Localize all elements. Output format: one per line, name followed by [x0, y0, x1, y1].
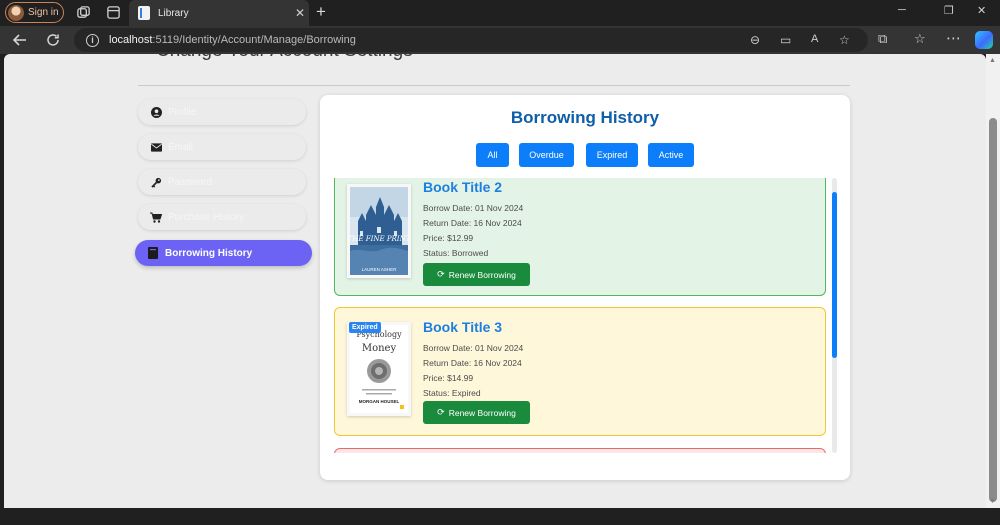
workspaces-icon[interactable]: [76, 5, 91, 20]
close-window-icon[interactable]: ✕: [977, 4, 986, 17]
more-menu-icon[interactable]: ⋯: [946, 29, 961, 47]
sidebar-item-password[interactable]: Password: [138, 169, 306, 195]
user-circle-icon: [150, 106, 162, 118]
favorites-icon[interactable]: ☆: [914, 31, 926, 47]
list-item: [334, 448, 826, 453]
sidebar-item-purchase-history[interactable]: Purchase History: [138, 204, 306, 230]
refresh-icon: ⟳: [437, 269, 445, 279]
list-scrollbar[interactable]: [832, 178, 837, 453]
avatar: [8, 4, 24, 21]
read-aloud-icon[interactable]: A: [811, 33, 818, 45]
borrow-date: Borrow Date: 01 Nov 2024: [423, 343, 524, 353]
sidebar-item-label: Borrowing History: [165, 247, 253, 259]
reader-mode-icon[interactable]: ▭: [780, 33, 791, 47]
sidebar-item-borrowing-history[interactable]: Borrowing History: [135, 240, 312, 266]
cover-author-text: LAUREN ASHER: [362, 267, 398, 272]
refresh-icon[interactable]: [46, 33, 60, 47]
card-title: Borrowing History: [510, 108, 660, 127]
back-arrow-icon[interactable]: [12, 33, 27, 47]
library-favicon-icon: [138, 6, 150, 20]
return-date: Return Date: 16 Nov 2024: [423, 358, 522, 368]
filter-overdue-button[interactable]: Overdue: [519, 143, 574, 167]
divider: [138, 85, 850, 86]
scroll-down-icon[interactable]: ▼: [989, 498, 996, 505]
address-toolbar: i localhost:5119/Identity/Account/Manage…: [0, 26, 1000, 54]
url-path: :5119/Identity/Account/Manage/Borrowing: [152, 34, 356, 46]
list-scrollbar-thumb[interactable]: [832, 192, 837, 358]
list-item: Expired Psychology Money MORGAN HOUSEL B…: [334, 307, 826, 436]
close-tab-icon[interactable]: ✕: [291, 6, 309, 20]
sidebar-item-label: Purchase History: [168, 211, 245, 223]
price: Price: $12.99: [423, 233, 474, 243]
page-scrollbar[interactable]: ▲ ▼: [986, 54, 1000, 508]
site-info-icon[interactable]: i: [86, 33, 99, 47]
filter-active-button[interactable]: Active: [648, 143, 694, 167]
page-heading: Change Your Account Settings: [156, 54, 413, 62]
status: Status: Expired: [423, 388, 481, 398]
book-cover-image: THE FINE PRINT LAUREN ASHER: [347, 184, 412, 278]
new-tab-icon[interactable]: +: [316, 2, 326, 22]
book-cover-image: Psychology Money MORGAN HOUSEL: [347, 322, 411, 416]
browser-tab-bar: Sign in Library ✕ + ─ ❐ ✕: [0, 0, 1000, 26]
favorite-star-icon[interactable]: ☆: [839, 33, 850, 47]
sidebar-item-label: Email: [168, 141, 194, 153]
zoom-out-icon[interactable]: ⊖: [750, 33, 760, 47]
browser-tab-library[interactable]: Library ✕: [129, 0, 309, 26]
window-bottom-edge: [0, 508, 1000, 525]
expired-badge: Expired: [349, 322, 381, 333]
book-title[interactable]: Book Title 2: [423, 179, 502, 195]
restore-icon[interactable]: ❐: [944, 4, 954, 17]
return-date: Return Date: 16 Nov 2024: [423, 218, 522, 228]
filter-all-button[interactable]: All: [476, 143, 509, 167]
price: Price: $14.99: [423, 373, 474, 383]
renew-borrowing-button[interactable]: ⟳ Renew Borrowing: [423, 401, 530, 424]
envelope-icon: [150, 141, 162, 153]
page-scrollbar-thumb[interactable]: [989, 118, 997, 502]
scroll-up-icon[interactable]: ▲: [989, 57, 996, 64]
page-viewport: Change Your Account Settings Profile Ema…: [4, 54, 986, 508]
minimize-icon[interactable]: ─: [898, 4, 906, 16]
sign-in-label: Sign in: [28, 7, 59, 18]
tab-actions-icon[interactable]: [106, 5, 121, 20]
sidebar-item-label: Profile: [168, 106, 197, 118]
borrow-date: Borrow Date: 01 Nov 2024: [423, 203, 524, 213]
sidebar-item-label: Password: [168, 176, 212, 188]
cover-title-text-2: Money: [362, 343, 397, 354]
book-icon: [147, 247, 159, 259]
copilot-icon[interactable]: [975, 31, 993, 49]
book-title[interactable]: Book Title 3: [423, 319, 502, 335]
filter-expired-button[interactable]: Expired: [586, 143, 638, 167]
sidebar-item-profile[interactable]: Profile: [138, 99, 306, 125]
renew-label: Renew Borrowing: [448, 407, 516, 418]
borrowing-list[interactable]: THE FINE PRINT LAUREN ASHER Book Title 2…: [320, 178, 850, 453]
extensions-icon[interactable]: ⧉: [878, 31, 887, 47]
status: Status: Borrowed: [423, 248, 489, 258]
refresh-icon: ⟳: [437, 407, 445, 417]
sidebar-item-email[interactable]: Email: [138, 134, 306, 160]
renew-label: Renew Borrowing: [448, 269, 516, 280]
list-item: THE FINE PRINT LAUREN ASHER Book Title 2…: [334, 178, 826, 296]
borrowing-history-card: Borrowing History All Overdue Expired Ac…: [320, 95, 850, 480]
cart-icon: [150, 211, 162, 223]
renew-borrowing-button[interactable]: ⟳ Renew Borrowing: [423, 263, 530, 286]
url-host: localhost: [109, 34, 153, 46]
cover-author-text: MORGAN HOUSEL: [359, 399, 400, 404]
key-icon: [150, 176, 162, 188]
tab-title: Library: [158, 7, 189, 19]
url-bar[interactable]: i localhost:5119/Identity/Account/Manage…: [74, 28, 868, 52]
sign-in-button[interactable]: Sign in: [5, 2, 64, 23]
cover-title-text: THE FINE PRINT: [350, 235, 408, 243]
